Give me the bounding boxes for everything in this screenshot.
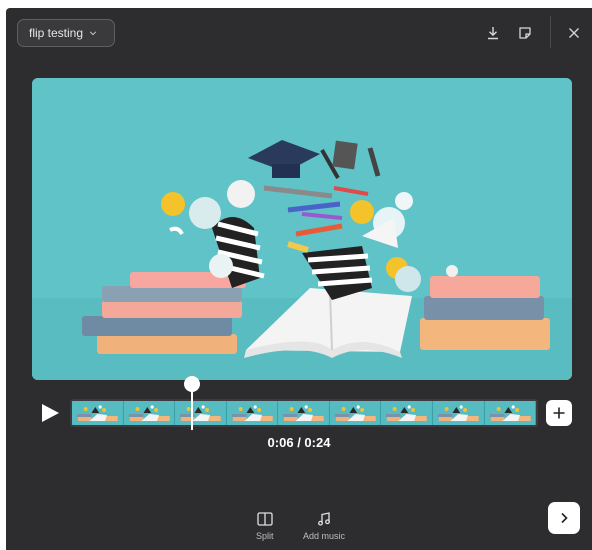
download-button[interactable]: [482, 22, 504, 44]
split-tool-button[interactable]: Split: [256, 512, 274, 541]
timeline-filmstrip[interactable]: [70, 399, 538, 427]
filmstrip-frame: [123, 401, 176, 425]
filmstrip-frame: [226, 401, 279, 425]
sticker-button[interactable]: [514, 22, 536, 44]
time-separator: /: [293, 435, 305, 450]
preview-illustration: [32, 78, 572, 380]
split-icon: [257, 512, 273, 526]
filmstrip-frame: [432, 401, 485, 425]
music-note-icon: [318, 512, 330, 526]
chevron-right-icon: [561, 512, 568, 524]
current-time: 0:06: [267, 435, 294, 450]
add-music-label: Add music: [303, 531, 346, 541]
filmstrip-frame: [175, 401, 227, 425]
add-clip-button[interactable]: [546, 400, 572, 426]
filmstrip-frame: [278, 401, 330, 425]
close-icon: [569, 28, 579, 38]
filmstrip-frame: [72, 401, 124, 425]
play-icon: [42, 404, 59, 422]
playhead-handle[interactable]: [184, 376, 200, 392]
close-button[interactable]: [563, 22, 585, 44]
add-music-button[interactable]: Add music: [303, 512, 345, 541]
filmstrip-frame: [484, 401, 536, 425]
next-button[interactable]: [548, 502, 580, 534]
download-icon: [488, 27, 498, 40]
sticker-icon: [519, 27, 531, 39]
play-button[interactable]: [39, 402, 61, 424]
project-name-dropdown[interactable]: flip testing: [17, 19, 115, 47]
split-label: Split: [256, 531, 274, 541]
playhead-line[interactable]: [191, 390, 193, 430]
total-time: 0:24: [304, 435, 331, 450]
chevron-down-icon: [89, 31, 97, 36]
video-preview[interactable]: [32, 78, 572, 380]
video-editor-panel: flip testing 0:06 / 0:24 Split Add music: [6, 8, 592, 550]
project-name-label: flip testing: [29, 26, 84, 40]
plus-icon: [553, 407, 565, 419]
header-divider: [550, 16, 551, 48]
filmstrip-frame: [381, 401, 433, 425]
timecode: 0:06 / 0:24: [6, 435, 592, 450]
filmstrip-frame: [329, 401, 382, 425]
